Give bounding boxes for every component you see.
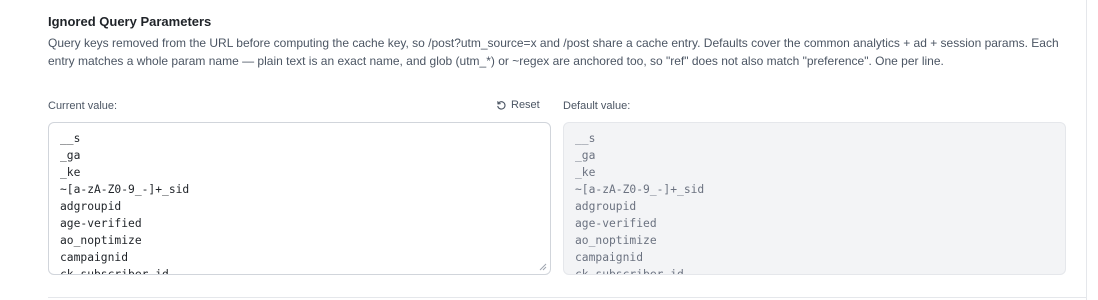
section-divider: [48, 297, 1086, 298]
resize-handle-icon[interactable]: [539, 263, 547, 271]
default-value-display: __s _ga _ke ~[a-zA-Z0-9_-]+_sid adgroupid age…: [563, 122, 1066, 275]
current-value-line: ~[a-zA-Z0-9_-]+_sid: [60, 183, 190, 196]
panel-divider: [1086, 0, 1087, 300]
default-value-line: _ke: [575, 166, 596, 179]
default-value-line: age-verified: [575, 217, 657, 230]
current-value-line: _ga: [60, 149, 81, 162]
current-value-line: ck_subscriber_id: [60, 268, 169, 275]
current-value-line: ao_noptimize: [60, 234, 142, 247]
default-value-line: _ga: [575, 149, 596, 162]
default-value-line: adgroupid: [575, 200, 637, 213]
setting-title: Ignored Query Parameters: [48, 14, 212, 29]
current-value-line: adgroupid: [60, 200, 122, 213]
default-value-label: Default value:: [563, 100, 631, 112]
current-value-line: age-verified: [60, 217, 142, 230]
current-value-label: Current value:: [48, 100, 118, 112]
reset-label: Reset: [511, 99, 540, 111]
setting-section: Ignored Query Parameters Query keys remo…: [48, 14, 1068, 70]
default-value-line: __s: [575, 132, 596, 145]
current-value-line: _ke: [60, 166, 81, 179]
reset-icon: [497, 100, 506, 110]
current-value-textarea[interactable]: __s _ga _ke ~[a-zA-Z0-9_-]+_sid adgroupid age…: [48, 122, 551, 275]
current-value-line: campaignid: [60, 251, 129, 264]
reset-button[interactable]: Reset: [496, 98, 540, 112]
setting-description: Query keys removed from the URL before c…: [48, 36, 1059, 68]
settings-page: Ignored Query Parameters Query keys remo…: [0, 0, 1098, 300]
default-value-line: campaignid: [575, 251, 644, 264]
value-labels: Current value: Reset Default value:: [48, 99, 1068, 113]
default-value-line: ao_noptimize: [575, 234, 657, 247]
default-value-line: ~[a-zA-Z0-9_-]+_sid: [575, 183, 705, 196]
current-value-line: __s: [60, 132, 81, 145]
default-value-line: ck_subscriber_id: [575, 268, 684, 275]
